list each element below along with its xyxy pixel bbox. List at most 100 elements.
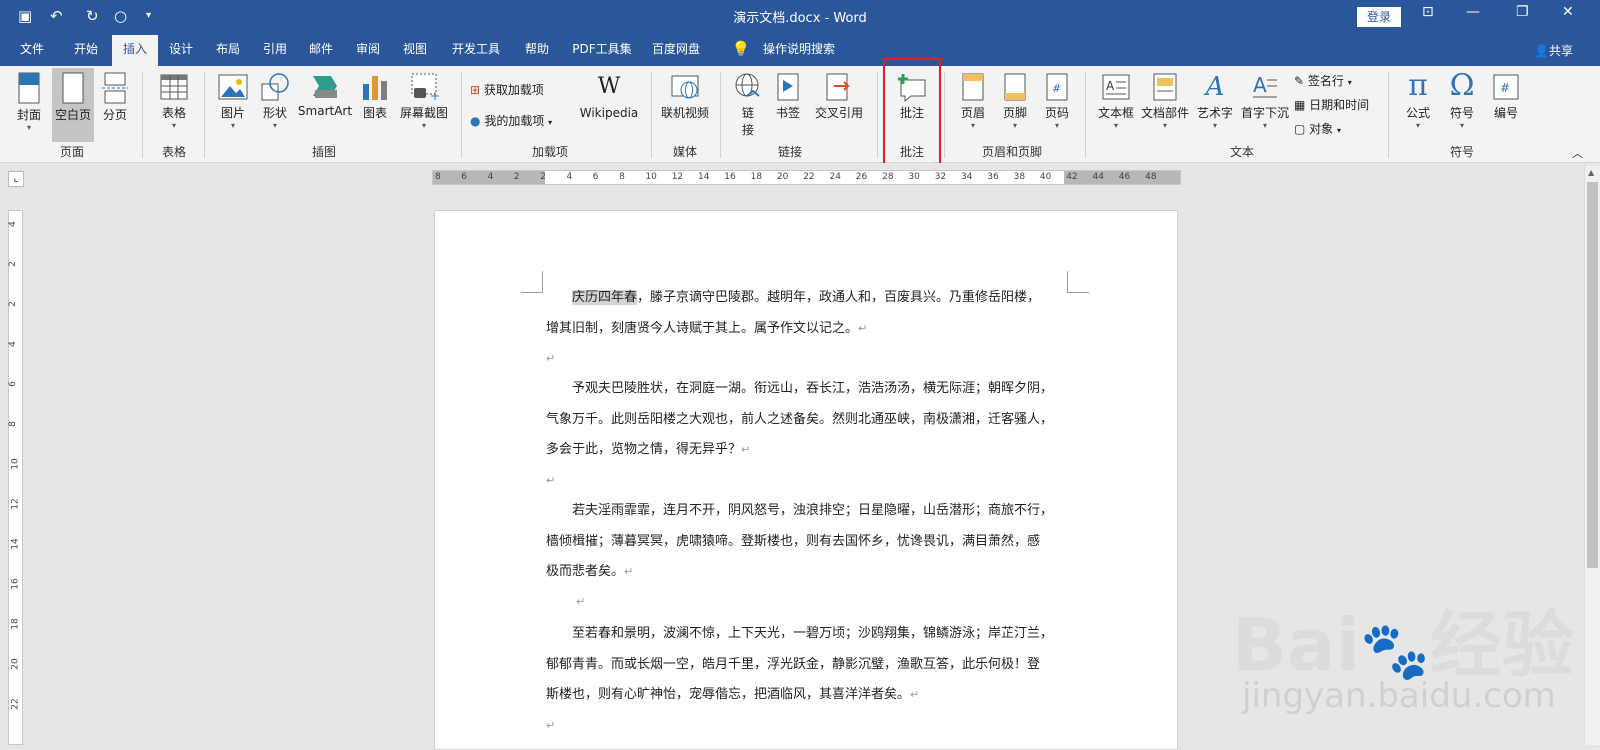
- restore-icon[interactable]: ❐: [1516, 4, 1529, 20]
- tab-view[interactable]: 视图: [392, 33, 438, 66]
- text-box-button[interactable]: A 文本框 ▾: [1094, 72, 1138, 131]
- ruler-number: 8: [435, 172, 441, 182]
- pictures-button[interactable]: 图片 ▾: [214, 72, 252, 131]
- object-button[interactable]: ▢ 对象 ▾: [1294, 120, 1341, 137]
- paw-icon: 🐾: [1360, 619, 1430, 684]
- cover-page-icon: [18, 72, 40, 104]
- ruler-number: 24: [829, 172, 841, 182]
- title-bar: ▣ ↶ ↻ ○ ▾ 演示文档.docx - Word 登录 ⊡ — ❐ ✕: [0, 0, 1600, 33]
- drop-cap-button[interactable]: A 首字下沉 ▾: [1240, 72, 1290, 131]
- ruler-number: 26: [855, 172, 868, 182]
- vruler-number: 4: [7, 221, 18, 227]
- baidu-jingyan-watermark: Bai🐾经验 jingyan.baidu.com: [1232, 568, 1574, 743]
- footer-button[interactable]: 页脚 ▾: [996, 72, 1034, 131]
- svg-text:+: +: [430, 89, 440, 102]
- page-number-button[interactable]: # 页码 ▾: [1038, 72, 1076, 131]
- group-header-footer-label: 页眉和页脚: [981, 145, 1042, 159]
- smartart-button[interactable]: SmartArt: [296, 72, 354, 118]
- ruler-number: 34: [961, 172, 973, 182]
- online-video-button[interactable]: 联机视频: [659, 72, 711, 121]
- vertical-scrollbar[interactable]: ▲: [1584, 166, 1600, 745]
- ruler-number: 16: [724, 172, 736, 182]
- page-break-button[interactable]: 分页: [97, 72, 133, 123]
- my-addins-button[interactable]: ● 我的加载项 ▾: [470, 112, 552, 129]
- number-icon: #: [1493, 74, 1519, 100]
- empty-paragraph-1[interactable]: ↵: [546, 344, 1065, 375]
- ruler-number: 42: [1066, 172, 1078, 182]
- ruler-number: 2: [513, 172, 520, 182]
- blank-page-button[interactable]: 空白页: [52, 68, 94, 142]
- ruler-number: 40: [1039, 172, 1052, 182]
- crop-mark-left: [521, 271, 543, 293]
- tab-home[interactable]: 开始: [62, 33, 110, 66]
- shapes-button[interactable]: 形状 ▾: [256, 72, 294, 131]
- tab-references[interactable]: 引用: [252, 33, 298, 66]
- tell-me-search[interactable]: 操作说明搜索: [758, 33, 840, 66]
- screenshot-button[interactable]: + 屏幕截图 ▾: [396, 72, 452, 131]
- equation-button[interactable]: π 公式 ▾: [1398, 70, 1438, 131]
- ruler-number: 36: [987, 172, 999, 182]
- empty-paragraph-3[interactable]: ↵: [546, 587, 1065, 618]
- tab-review[interactable]: 审阅: [345, 33, 391, 66]
- scroll-up-icon[interactable]: ▲: [1588, 168, 1594, 177]
- close-icon[interactable]: ✕: [1562, 4, 1574, 20]
- bookmark-icon: [777, 73, 799, 101]
- tab-developer[interactable]: 开发工具: [444, 33, 508, 66]
- link-button[interactable]: 链 接: [730, 72, 766, 138]
- bookmark-button[interactable]: 书签: [770, 72, 806, 121]
- paragraph-2[interactable]: 予观夫巴陵胜状，在洞庭一湖。衔远山，吞长江，浩浩汤汤，横无际涯；朝晖夕阴， 气象…: [546, 374, 1065, 466]
- chart-button[interactable]: 图表: [356, 72, 394, 121]
- login-button[interactable]: 登录: [1357, 7, 1401, 27]
- paragraph-1[interactable]: 庆历四年春，滕子京谪守巴陵郡。越明年，政通人和，百废具兴。乃重修岳阳楼， 增其旧…: [546, 283, 1065, 344]
- tab-baidu-netdisk[interactable]: 百度网盘: [644, 33, 708, 66]
- store-icon: ⊞: [470, 83, 481, 97]
- tab-insert[interactable]: 插入: [112, 35, 158, 66]
- wikipedia-button[interactable]: W Wikipedia: [578, 74, 640, 120]
- online-video-icon: [671, 75, 699, 99]
- group-addins-label: 加载项: [531, 145, 568, 159]
- table-button[interactable]: 表格 ▾: [154, 72, 194, 131]
- vruler-number: 8: [7, 421, 18, 427]
- share-button[interactable]: 👤共享: [1534, 42, 1573, 59]
- screenshot-icon: +: [411, 73, 440, 102]
- collapse-ribbon-icon[interactable]: ︿: [1572, 145, 1583, 161]
- document-page[interactable]: 庆历四年春，滕子京谪守巴陵郡。越明年，政通人和，百废具兴。乃重修岳阳楼， 增其旧…: [434, 210, 1178, 750]
- table-icon: [160, 74, 188, 100]
- cross-reference-button[interactable]: 交叉引用: [810, 72, 868, 121]
- selected-text[interactable]: 庆历四年春: [572, 290, 638, 305]
- vruler-number: 22: [10, 698, 21, 710]
- header-button[interactable]: 页眉 ▾: [954, 72, 992, 131]
- tab-selector-icon[interactable]: ⌞: [8, 171, 24, 187]
- header-icon: [962, 73, 984, 101]
- number-button[interactable]: # 编号: [1486, 72, 1526, 121]
- wordart-button[interactable]: A 艺术字 ▾: [1192, 72, 1238, 131]
- minimize-icon[interactable]: —: [1466, 4, 1480, 20]
- addin-icon: ●: [470, 114, 481, 128]
- ruler-number: 6: [461, 172, 468, 182]
- signature-line-button[interactable]: ✎ 签名行 ▾: [1294, 72, 1352, 89]
- scrollbar-thumb[interactable]: [1587, 182, 1598, 568]
- tab-mailings[interactable]: 邮件: [298, 33, 344, 66]
- date-time-button[interactable]: ▦ 日期和时间: [1294, 96, 1369, 113]
- paragraph-3[interactable]: 若夫淫雨霏霏，连月不开，阴风怒号，浊浪排空；日星隐曜，山岳潜形；商旅不行， 樯倾…: [546, 496, 1065, 588]
- paragraph-4[interactable]: 至若春和景明，波澜不惊，上下天光，一碧万顷；沙鸥翔集，锦鳞游泳；岸芷汀兰， 郁郁…: [546, 619, 1065, 711]
- tab-design[interactable]: 设计: [158, 33, 204, 66]
- empty-paragraph-2[interactable]: ↵: [546, 466, 1065, 497]
- tab-file[interactable]: 文件: [8, 33, 56, 66]
- tab-layout[interactable]: 布局: [205, 33, 251, 66]
- svg-text:#: #: [1500, 81, 1510, 95]
- ribbon-display-icon[interactable]: ⊡: [1422, 4, 1434, 20]
- get-addins-button[interactable]: ⊞ 获取加载项: [470, 81, 544, 98]
- quick-parts-button[interactable]: 文档部件 ▾: [1140, 72, 1190, 131]
- vertical-ruler[interactable]: 4 2 2 4 6 8 10 12 14 16 18 20 22: [8, 210, 23, 745]
- cover-page-button[interactable]: 封面 ▾: [10, 72, 48, 133]
- tab-pdf-tools[interactable]: PDF工具集: [566, 33, 638, 66]
- ruler-number: 14: [698, 172, 710, 182]
- group-text-label: 文本: [1229, 145, 1254, 159]
- empty-paragraph-4[interactable]: ↵: [546, 711, 1065, 742]
- horizontal-ruler[interactable]: 8 6 4 2 2 4 6 8 10 12 14 16 18 20 22 24 26 28 30 32 34 36 38 40…: [432, 170, 1181, 185]
- tab-help[interactable]: 帮助: [514, 33, 560, 66]
- symbol-button[interactable]: Ω 符号 ▾: [1442, 70, 1482, 131]
- ruler-number: 10: [645, 172, 657, 182]
- link-globe-icon: [735, 73, 760, 97]
